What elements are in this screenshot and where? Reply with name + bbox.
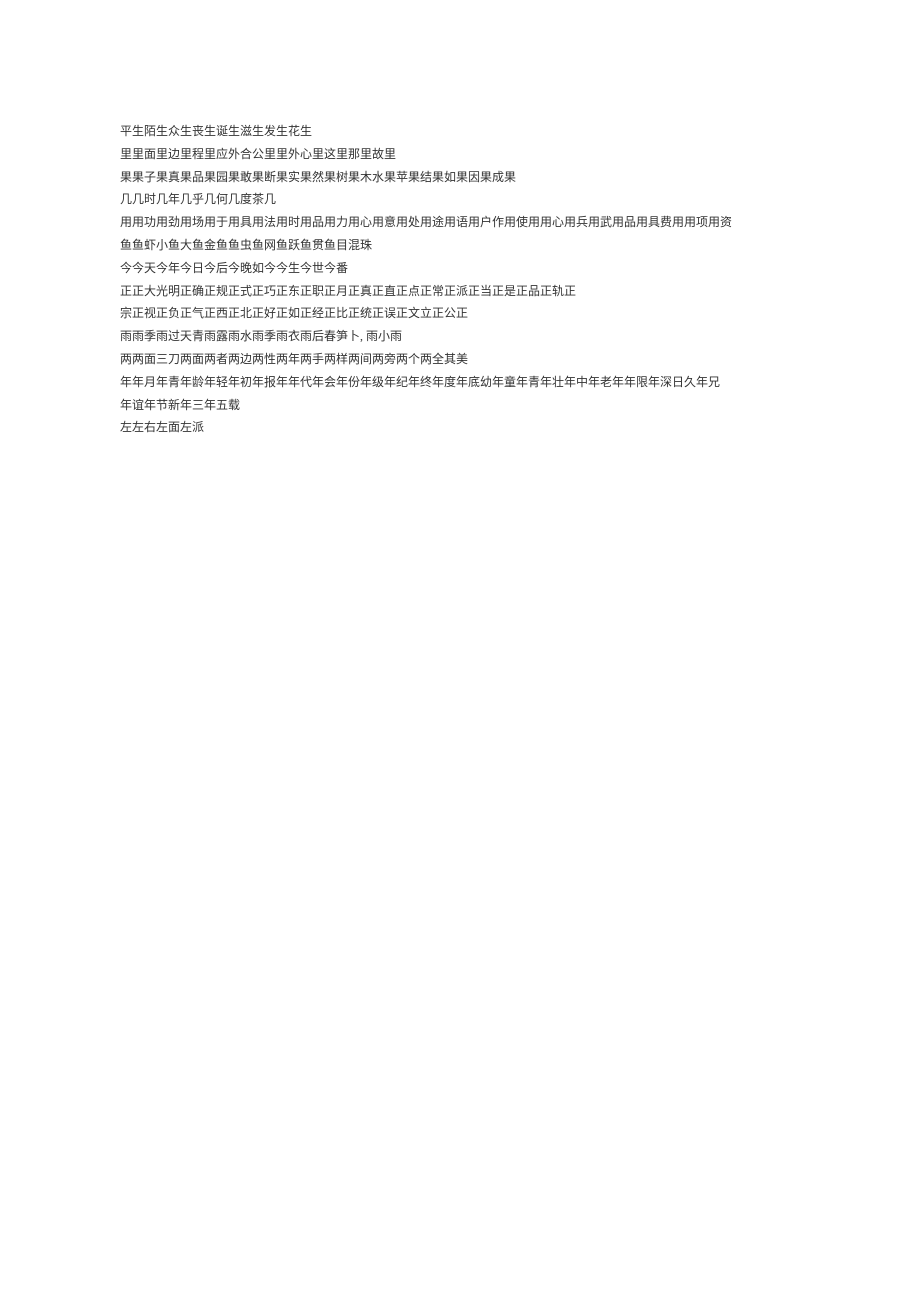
text-line: 几几时几年几乎几何几度茶几 <box>120 188 800 211</box>
document-body: 平生陌生众生丧生诞生滋生发生花生 里里面里边里程里应外合公里里外心里这里那里故里… <box>120 120 800 439</box>
text-line: 两两面三刀两面两者两边两性两年两手两样两间两旁两个两全其美 <box>120 348 800 371</box>
text-line: 今今天今年今日今后今晚如今今生今世今番 <box>120 257 800 280</box>
text-line: 鱼鱼虾小鱼大鱼金鱼鱼虫鱼网鱼跃鱼贯鱼目混珠 <box>120 234 800 257</box>
text-line: 年谊年节新年三年五载 <box>120 394 800 417</box>
text-line: 年年月年青年龄年轻年初年报年年代年会年份年级年纪年终年度年底幼年童年青年壮年中年… <box>120 371 800 394</box>
text-line: 里里面里边里程里应外合公里里外心里这里那里故里 <box>120 143 800 166</box>
text-line: 左左右左面左派 <box>120 416 800 439</box>
text-line: 平生陌生众生丧生诞生滋生发生花生 <box>120 120 800 143</box>
text-line: 正正大光明正确正规正式正巧正东正职正月正真正直正点正常正派正当正是正品正轨正 <box>120 280 800 303</box>
text-line: 雨雨季雨过天青雨露雨水雨季雨衣雨后春笋卜, 雨小雨 <box>120 325 800 348</box>
text-line: 用用功用劲用场用于用具用法用时用品用力用心用意用处用途用语用户作用使用用心用兵用… <box>120 211 800 234</box>
text-line: 果果子果真果品果园果敢果断果实果然果树果木水果苹果结果如果因果成果 <box>120 166 800 189</box>
text-line: 宗正视正负正气正西正北正好正如正经正比正统正误正文立正公正 <box>120 302 800 325</box>
